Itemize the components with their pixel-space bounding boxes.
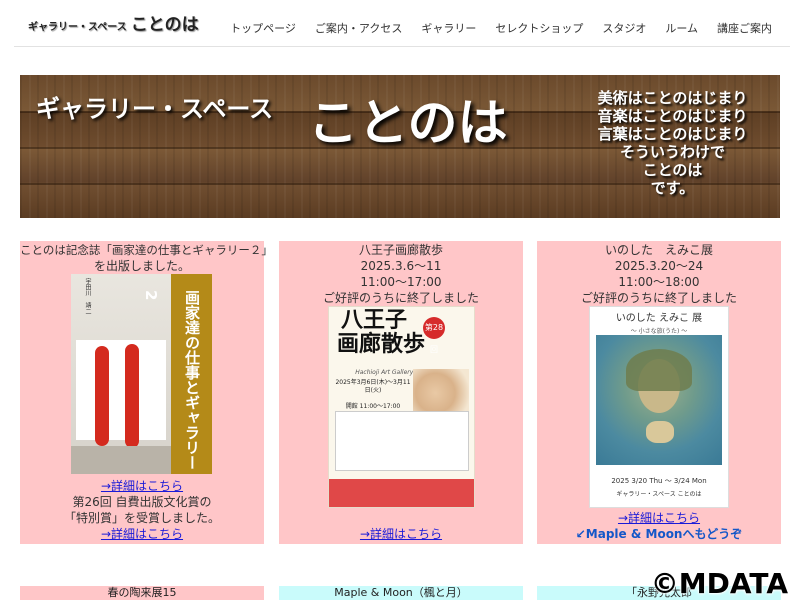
- logo-big-text: ことのは: [130, 15, 199, 35]
- doorway: [76, 340, 166, 440]
- poster-badge: 第28回: [423, 317, 445, 354]
- nav-item-top[interactable]: トップページ: [230, 20, 296, 36]
- event-poster-image[interactable]: 八王子 第28回 画廊散歩 Hachioji Art Gallery Walk …: [328, 306, 475, 508]
- tagline-line: 言葉はことのはじまり: [597, 125, 748, 143]
- watermark: ©MDATA: [650, 567, 788, 600]
- banner-tagline: 美術はことのはじまり 音楽はことのはじまり 言葉はことのはじまり そういうわけで…: [575, 89, 770, 197]
- next-card-maple-moon[interactable]: Maple & Moon（楓と月）: [279, 586, 523, 600]
- nav-item-shop[interactable]: セレクトショップ: [495, 20, 583, 36]
- book-author: 宇田川 靖二: [84, 278, 91, 314]
- red-sculpture: [95, 346, 109, 446]
- tagline-line: 美術はことのはじまり: [597, 89, 748, 107]
- news-card-gallery-walk: 八王子画廊散歩 2025.3.6〜11 11:00〜17:00 ご好評のうちに終…: [279, 241, 523, 544]
- card-text: 11:00〜17:00: [360, 275, 442, 289]
- tagline-line: ことのは: [642, 161, 703, 179]
- detail-link[interactable]: →詳細はこちら: [537, 510, 781, 526]
- detail-link[interactable]: →詳細はこちら: [279, 526, 523, 542]
- site-header: ギャラリー・スペース ことのは トップページ ご案内・アクセス ギャラリー セレク…: [0, 0, 800, 46]
- poster-gallery-name: ギャラリー・スペース ことのは: [616, 491, 702, 498]
- poster-title-top: 八王子: [341, 308, 408, 333]
- detail-link[interactable]: →詳細はこちら: [20, 478, 264, 494]
- detail-link[interactable]: →詳細はこちら: [20, 526, 264, 542]
- card-text: ご好評のうちに終了しました: [322, 291, 479, 305]
- card-text: 2025.3.20〜24: [614, 259, 704, 273]
- book-title: 画家達の仕事とギャラリー2: [142, 290, 201, 470]
- site-logo[interactable]: ギャラリー・スペース ことのは: [28, 10, 199, 35]
- hero-banner: ギャラリー・スペース ことのは 美術はことのはじまり 音楽はことのはじまり 言葉…: [20, 75, 780, 218]
- poster-title-bottom: 画廊散歩: [337, 332, 426, 357]
- nav-item-gallery[interactable]: ギャラリー: [421, 20, 476, 36]
- book-cover-band: 画家達の仕事とギャラリー2: [142, 274, 212, 474]
- main-nav: トップページ ご案内・アクセス ギャラリー セレクトショップ スタジオ ルーム …: [230, 20, 772, 36]
- maple-moon-link[interactable]: ↙Maple & Moonへもどうぞ: [537, 526, 781, 542]
- poster-dates: 2025年3月6日(木)〜3月11日(火): [335, 379, 411, 394]
- poster-info-box: [335, 411, 469, 471]
- tagline-line: 音楽はことのはじまり: [597, 107, 748, 125]
- logo-small-text: ギャラリー・スペース: [28, 22, 127, 33]
- poster-footer-band: [329, 479, 474, 507]
- book-cover-image[interactable]: 宇田川 靖二 画家達の仕事とギャラリー2: [71, 274, 212, 474]
- nav-item-room[interactable]: ルーム: [665, 20, 698, 36]
- nav-item-course[interactable]: 講座ご案内: [717, 20, 772, 36]
- card-text: 第26回 自費出版文化賞の: [72, 495, 212, 509]
- card-text: を出版しました。: [93, 259, 190, 273]
- card-text: ことのは記念誌「画家達の仕事とギャラリー２」: [20, 243, 273, 257]
- nav-item-access[interactable]: ご案内・アクセス: [315, 20, 402, 36]
- painting-hair: [626, 349, 692, 391]
- book-cover-photo: 宇田川 靖二: [71, 274, 171, 474]
- painting-hands: [646, 421, 674, 443]
- next-card-spring-ceramics[interactable]: 春の陶来展15: [20, 586, 264, 600]
- card-text: 11:00〜18:00: [618, 275, 700, 289]
- card-title: Maple & Moon（楓と月）: [334, 586, 468, 599]
- card-text: 八王子画廊散歩: [358, 243, 443, 257]
- banner-subtitle: ギャラリー・スペース: [36, 95, 274, 123]
- news-card-book: ことのは記念誌「画家達の仕事とギャラリー２」 を出版しました。 宇田川 靖二 画…: [20, 241, 273, 544]
- red-sculpture: [125, 344, 139, 448]
- exhibition-poster-image[interactable]: いのした えみこ 展 〜 小さな旅(うた) 〜 2025 3/20 Thu 〜 …: [589, 306, 729, 508]
- banner-title: ことのは: [308, 94, 508, 152]
- card-text: 2025.3.6〜11: [360, 259, 442, 273]
- nav-item-studio[interactable]: スタジオ: [602, 20, 646, 36]
- poster-painting: [596, 335, 722, 465]
- tagline-line: です。: [650, 179, 695, 197]
- card-text: ご好評のうちに終了しました: [580, 291, 737, 305]
- card-text: 「特別賞」を受賞しました。: [63, 511, 220, 525]
- news-card-exhibition: いのした えみこ展 2025.3.20〜24 11:00〜18:00 ご好評のう…: [537, 241, 781, 544]
- floor: [71, 446, 171, 474]
- card-text: いのした えみこ展: [604, 243, 713, 257]
- card-title: 春の陶来展15: [107, 586, 177, 599]
- tagline-line: そういうわけで: [619, 143, 725, 161]
- header-divider: [14, 46, 790, 47]
